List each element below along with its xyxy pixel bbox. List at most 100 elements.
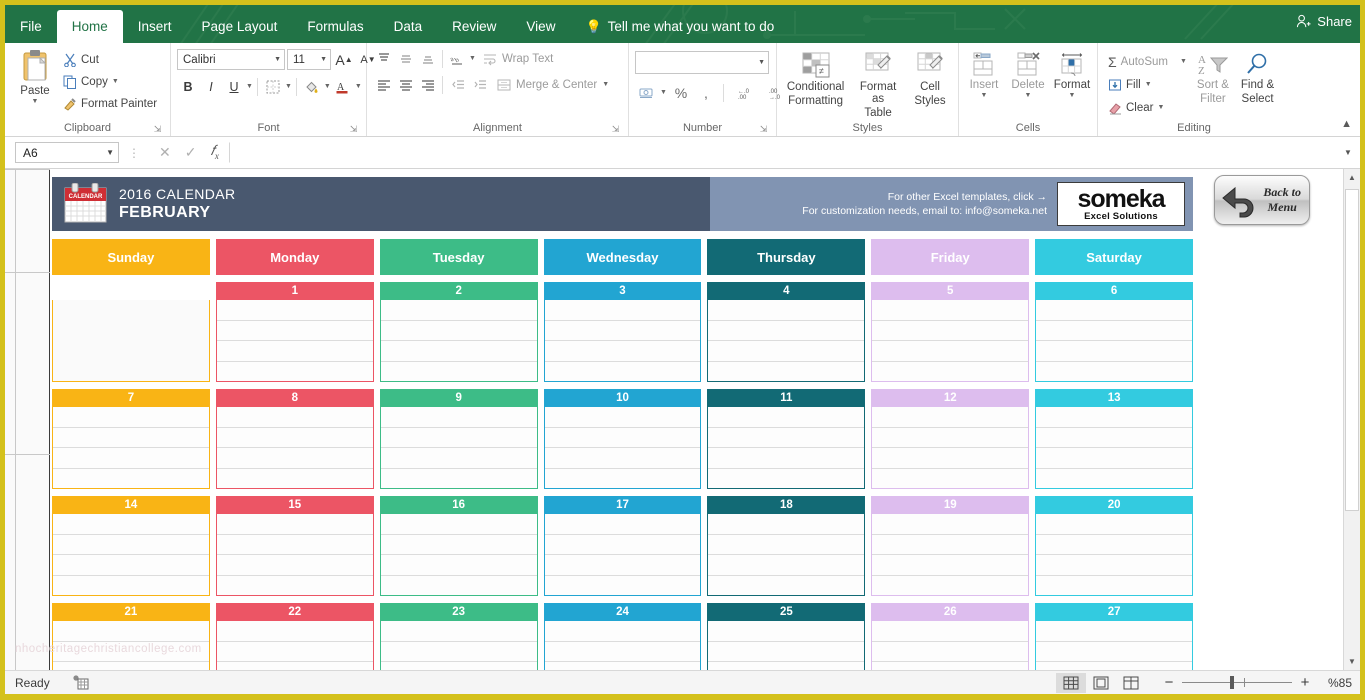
borders-dropdown-caret[interactable]: ▼: [285, 84, 292, 90]
calendar-note-line[interactable]: [708, 621, 864, 642]
calendar-day-cell[interactable]: 20: [1035, 496, 1193, 596]
calendar-note-line[interactable]: [872, 362, 1028, 383]
calendar-note-line[interactable]: [545, 662, 701, 670]
calendar-note-line[interactable]: [545, 448, 701, 469]
calendar-day-notes[interactable]: [52, 514, 210, 596]
zoom-control[interactable]: − +: [1162, 674, 1312, 691]
calendar-note-line[interactable]: [381, 341, 537, 362]
calendar-day-notes[interactable]: [871, 407, 1029, 489]
format-painter-button[interactable]: Format Painter: [59, 94, 161, 114]
tab-home[interactable]: Home: [57, 10, 123, 43]
calendar-note-line[interactable]: [872, 448, 1028, 469]
calendar-note-line[interactable]: [872, 514, 1028, 535]
number-dialog-launcher[interactable]: ⇲: [759, 125, 768, 134]
calendar-note-line[interactable]: [53, 448, 209, 469]
scroll-down-button[interactable]: ▼: [1344, 653, 1360, 670]
calendar-note-line[interactable]: [708, 469, 864, 490]
calendar-note-line[interactable]: [381, 321, 537, 342]
calendar-note-line[interactable]: [53, 362, 209, 383]
calendar-day-cell[interactable]: 27: [1035, 603, 1193, 670]
format-as-table-button[interactable]: Format as Table: [848, 49, 908, 121]
calendar-note-line[interactable]: [545, 576, 701, 597]
calendar-day-notes[interactable]: [216, 514, 374, 596]
calendar-note-line[interactable]: [1036, 362, 1192, 383]
calendar-day-cell[interactable]: 23: [380, 603, 538, 670]
calendar-note-line[interactable]: [381, 362, 537, 383]
format-cells-caret[interactable]: ▼: [1069, 93, 1076, 99]
calendar-note-line[interactable]: [545, 321, 701, 342]
calendar-day-notes[interactable]: [380, 621, 538, 670]
calendar-day-notes[interactable]: [871, 300, 1029, 382]
orientation-button[interactable]: a b: [447, 49, 468, 69]
formula-input[interactable]: [229, 142, 1340, 163]
sort-filter-button[interactable]: A Z Sort & Filter: [1191, 49, 1235, 107]
alignment-dialog-launcher[interactable]: ⇲: [611, 125, 620, 134]
percent-style-button[interactable]: %: [670, 82, 692, 103]
calendar-day-cell[interactable]: 22: [216, 603, 374, 670]
tab-formulas[interactable]: Formulas: [292, 10, 378, 43]
calendar-note-line[interactable]: [545, 341, 701, 362]
calendar-note-line[interactable]: [545, 535, 701, 556]
calendar-note-line[interactable]: [381, 448, 537, 469]
merge-center-dropdown-caret[interactable]: ▼: [602, 82, 609, 88]
calendar-note-line[interactable]: [1036, 341, 1192, 362]
font-dialog-launcher[interactable]: ⇲: [349, 125, 358, 134]
zoom-slider-track[interactable]: [1182, 682, 1292, 683]
calendar-note-line[interactable]: [217, 514, 373, 535]
calendar-note-line[interactable]: [545, 642, 701, 663]
calendar-note-line[interactable]: [217, 407, 373, 428]
wrap-text-button[interactable]: Wrap Text: [477, 52, 553, 66]
calendar-day-cell[interactable]: 9: [380, 389, 538, 489]
calendar-day-cell[interactable]: 1: [216, 282, 374, 382]
expand-formula-bar-button[interactable]: ▼: [1340, 148, 1356, 157]
name-box[interactable]: A6 ▼: [15, 142, 119, 163]
calendar-note-line[interactable]: [53, 300, 209, 321]
page-break-view-button[interactable]: [1116, 673, 1146, 693]
delete-cells-button[interactable]: Delete ▼: [1006, 49, 1050, 101]
calendar-day-notes[interactable]: [544, 300, 702, 382]
calendar-note-line[interactable]: [53, 662, 209, 670]
calendar-day-notes[interactable]: [707, 300, 865, 382]
zoom-slider-thumb[interactable]: [1230, 676, 1234, 689]
calendar-note-line[interactable]: [217, 555, 373, 576]
calendar-note-line[interactable]: [708, 576, 864, 597]
clear-caret[interactable]: ▼: [1157, 105, 1164, 111]
calendar-note-line[interactable]: [872, 555, 1028, 576]
tab-page-layout[interactable]: Page Layout: [187, 10, 293, 43]
scrollbar-thumb[interactable]: [1345, 189, 1359, 511]
borders-button[interactable]: [262, 76, 284, 97]
calendar-note-line[interactable]: [381, 642, 537, 663]
calendar-day-cell[interactable]: 7: [52, 389, 210, 489]
fill-color-button[interactable]: [301, 76, 323, 97]
calendar-day-cell[interactable]: [52, 282, 210, 382]
calendar-day-cell[interactable]: 15: [216, 496, 374, 596]
collapse-ribbon-button[interactable]: ▲: [1341, 118, 1352, 130]
conditional-formatting-button[interactable]: ≠ Conditional Formatting: [783, 49, 848, 109]
calendar-day-cell[interactable]: 25: [707, 603, 865, 670]
calendar-note-line[interactable]: [708, 362, 864, 383]
calendar-day-notes[interactable]: [52, 300, 210, 382]
calendar-day-notes[interactable]: [1035, 621, 1193, 670]
calendar-note-line[interactable]: [1036, 535, 1192, 556]
autosum-caret[interactable]: ▼: [1180, 59, 1187, 65]
calendar-note-line[interactable]: [53, 576, 209, 597]
align-bottom-button[interactable]: [417, 49, 438, 69]
delete-cells-caret[interactable]: ▼: [1025, 93, 1032, 99]
worksheet-grid[interactable]: CALENDAR 2016 CALENDAR FEBRUARY: [5, 169, 1343, 670]
calendar-day-notes[interactable]: [380, 300, 538, 382]
calendar-note-line[interactable]: [545, 555, 701, 576]
zoom-out-button[interactable]: −: [1162, 674, 1176, 691]
font-size-combo[interactable]: 11 ▼: [287, 49, 331, 70]
insert-cells-caret[interactable]: ▼: [981, 93, 988, 99]
calendar-note-line[interactable]: [708, 642, 864, 663]
calendar-note-line[interactable]: [708, 300, 864, 321]
calendar-note-line[interactable]: [217, 300, 373, 321]
increase-indent-button[interactable]: [469, 75, 490, 95]
calendar-note-line[interactable]: [545, 514, 701, 535]
font-color-dropdown-caret[interactable]: ▼: [355, 84, 362, 90]
italic-button[interactable]: I: [200, 76, 222, 97]
calendar-day-notes[interactable]: [707, 621, 865, 670]
back-to-menu-button[interactable]: Back to Menu: [1214, 175, 1310, 225]
scrollbar-track[interactable]: [1344, 186, 1360, 653]
clear-button[interactable]: Clear ▼: [1104, 98, 1191, 118]
